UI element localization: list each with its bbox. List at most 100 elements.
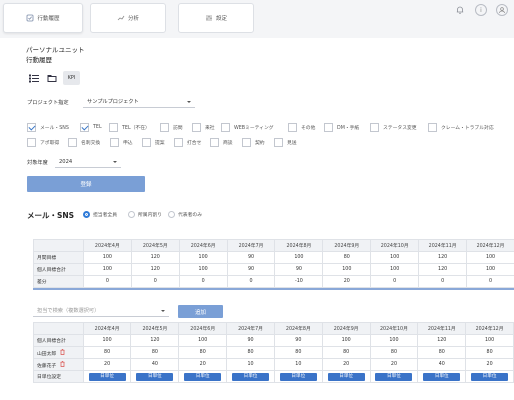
table-cell[interactable]: 20 [178,358,228,371]
table-cell[interactable]: 40 [130,358,180,371]
radio-all-staff[interactable]: 担当者全員 [83,211,117,218]
checkbox-box [160,122,169,132]
table-cell[interactable]: 20 [82,358,132,371]
project-select[interactable]: サンプルプロジェクト [83,96,195,108]
checkbox-tel-absent[interactable]: TEL（不在） [109,122,150,132]
table-cell[interactable]: 80 [273,346,323,359]
table-cell[interactable]: 10 [226,358,275,371]
table-cell[interactable]: 90 [226,334,275,347]
table-cell: 0 [226,275,276,288]
assignee-search[interactable]: 担当で検索（複数選択可） [33,305,169,317]
checkbox-proposal[interactable]: 提案 [142,137,165,147]
checkbox-appointment[interactable]: アポ取得 [27,137,59,147]
checkbox-come[interactable]: 来社 [192,122,215,132]
month-header: 2024年5月 [130,322,180,335]
table-cell[interactable]: 20 [465,358,514,371]
table-row: 月間目標 100 120 100 90 100 80 100 120 100 [33,251,514,264]
daily-unit-button[interactable]: 日単位 [423,372,461,381]
row-label: 差分 [33,275,84,288]
daily-unit-button[interactable]: 日単位 [136,372,174,381]
checkbox-web-meeting[interactable]: WEBミーティング [221,122,274,132]
table-cell: 90 [226,251,276,264]
table-cell[interactable]: 100 [465,334,514,347]
daily-unit-button[interactable]: 日単位 [471,372,509,381]
daily-unit-button[interactable]: 日単位 [88,372,126,381]
table-cell: 100 [82,251,132,264]
radio-rep-only[interactable]: 代表者のみ [168,211,202,218]
row-label: 個人目標合計 [33,263,84,276]
month-header: 2024年7月 [226,322,275,335]
trash-icon[interactable] [60,348,65,357]
table-cell[interactable]: 80 [130,346,180,359]
checkbox-meeting[interactable]: 打合せ [174,137,201,147]
bell-icon[interactable] [454,4,466,16]
tab-label: 分析 [127,16,139,22]
table-cell[interactable]: 80 [82,346,132,359]
table-cell[interactable]: 10 [273,358,323,371]
checkbox-status-change[interactable]: ステータス変更 [370,122,417,132]
checkbox-claim[interactable]: クレーム・トラブル対応 [428,122,494,132]
table-cell: -10 [274,275,324,288]
table-cell[interactable]: 90 [273,334,323,347]
checkbox-mail-sns[interactable]: メール・SNS [27,122,69,132]
user-icon[interactable] [496,4,508,16]
tab-settings[interactable]: 設定 [178,3,254,33]
checkbox-label: 来社 [205,125,215,131]
checkbox-contract[interactable]: 契約 [242,137,265,147]
kpi-view-button[interactable]: KPI [63,71,80,85]
info-icon[interactable]: i [475,4,487,16]
checkbox-tel[interactable]: TEL [80,122,102,132]
month-header: 2024年10月 [370,239,420,252]
table-cell[interactable]: 20 [321,358,371,371]
table-cell[interactable]: 20 [369,358,419,371]
register-button[interactable]: 登録 [27,176,145,192]
table-cell[interactable]: 100 [321,334,371,347]
checkbox-box [142,137,151,147]
daily-unit-button[interactable]: 日単位 [279,372,317,381]
radio-dept-split[interactable]: 所属内割り [128,211,162,218]
list-view-button[interactable] [27,71,41,85]
month-header: 2024年8月 [273,322,323,335]
checkbox-card-exchange[interactable]: 名刺交換 [68,137,100,147]
checkbox-decline[interactable]: 見送 [274,137,297,147]
table-row: 個人目標合計 100 120 100 90 90 100 100 120 100 [33,334,514,347]
table-cell[interactable]: 80 [369,346,419,359]
checkbox-label: ステータス変更 [383,125,417,131]
table-cell: 日単位 [321,370,371,383]
checkbox-application[interactable]: 申込 [110,137,133,147]
daily-unit-button[interactable]: 日単位 [232,372,270,381]
daily-unit-button[interactable]: 日単位 [184,372,222,381]
add-button[interactable]: 追加 [178,305,223,318]
table-cell[interactable]: 100 [82,334,132,347]
year-select[interactable]: 2024 [55,156,121,168]
daily-unit-button[interactable]: 日単位 [375,372,413,381]
table-cell[interactable]: 100 [369,334,419,347]
folder-view-button[interactable] [45,71,59,85]
chevron-down-icon [187,100,191,103]
table-cell[interactable]: 80 [417,346,467,359]
table-cell: 日単位 [226,370,275,383]
table-cell[interactable]: 80 [226,346,275,359]
checkbox-visit[interactable]: 訪問 [160,122,183,132]
checkbox-negotiation[interactable]: 商談 [210,137,233,147]
tab-label: 行動履歴 [37,16,60,22]
table-cell: 日単位 [273,370,323,383]
row-label: 日単位設定 [33,370,84,383]
daily-unit-button[interactable]: 日単位 [327,372,365,381]
table-cell[interactable]: 120 [417,334,467,347]
table-cell: 100 [370,263,420,276]
table-cell[interactable]: 40 [417,358,467,371]
table-cell: 90 [226,263,276,276]
table-cell[interactable]: 100 [178,334,228,347]
table-cell[interactable]: 80 [178,346,228,359]
tab-analysis[interactable]: 分析 [90,3,166,33]
checkbox-other[interactable]: その他 [288,122,315,132]
table-cell[interactable]: 80 [321,346,371,359]
target-table-grid: 2024年4月 2024年5月 2024年6月 2024年7月 2024年8月 2024年… [33,239,514,288]
table-cell: 100 [274,251,324,264]
checkbox-dm[interactable]: DM・手紙 [324,122,359,132]
trash-icon[interactable] [60,360,65,369]
tab-history[interactable]: 行動履歴 [3,3,83,33]
table-cell[interactable]: 80 [465,346,514,359]
table-cell[interactable]: 120 [130,334,180,347]
